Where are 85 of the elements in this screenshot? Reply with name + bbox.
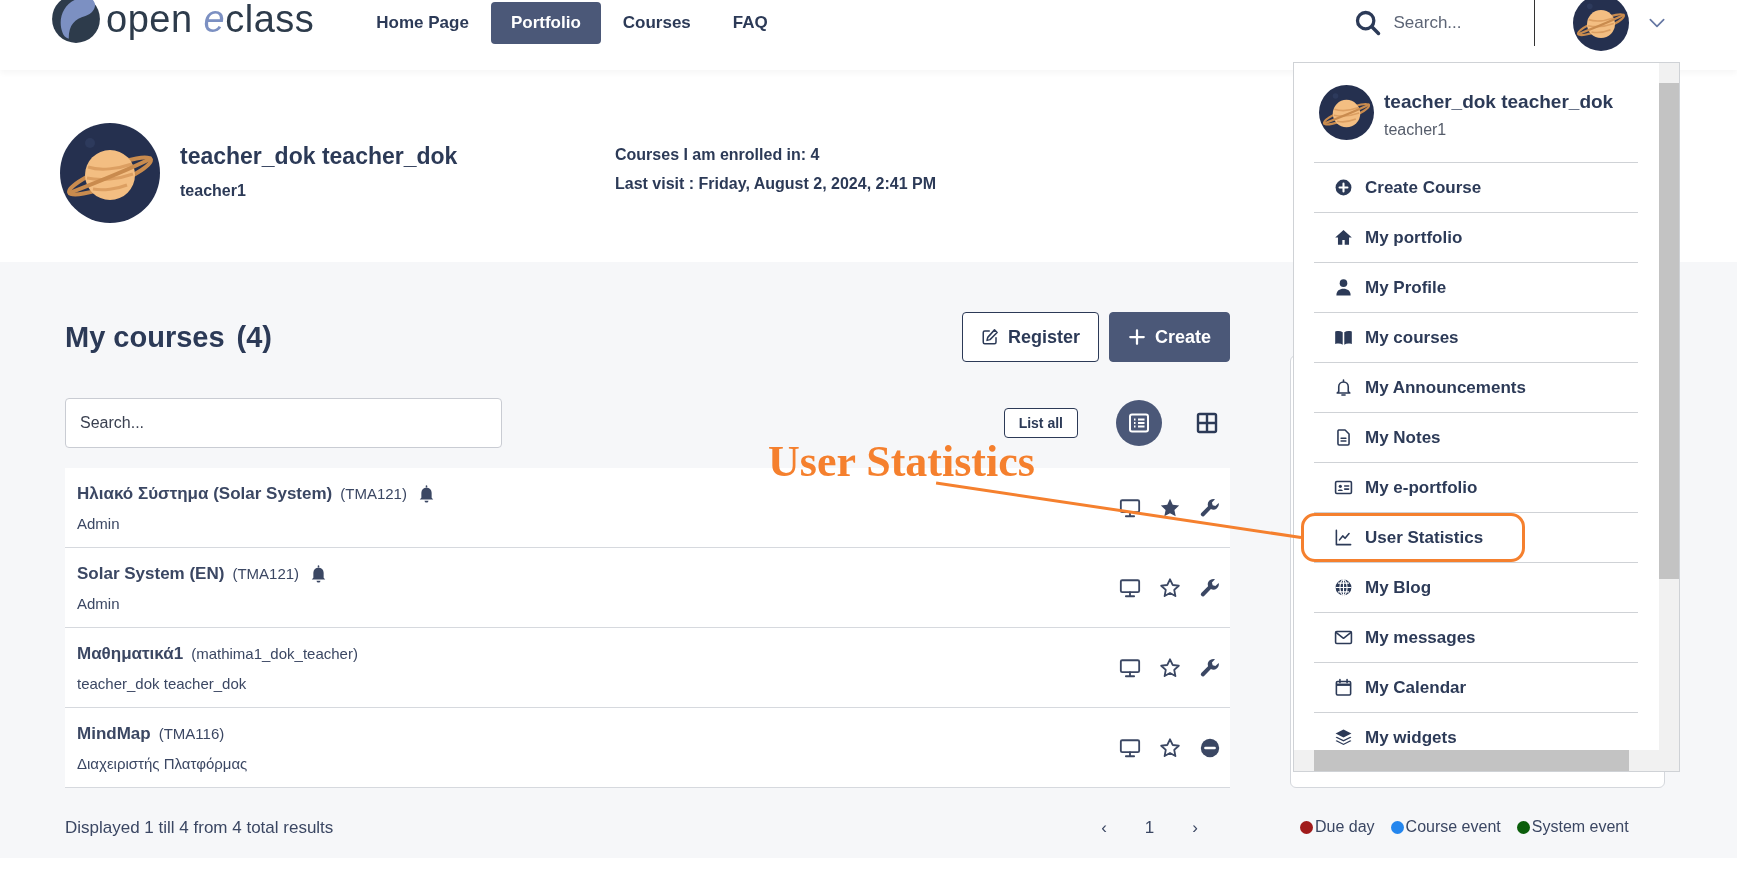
course-title-link[interactable]: MindMap: [77, 723, 151, 744]
star-outline-icon[interactable]: [1159, 576, 1181, 599]
course-title-link[interactable]: Ηλιακό Σύστημα (Solar System): [77, 483, 333, 504]
menu-item[interactable]: My portfolio: [1314, 213, 1638, 263]
search-field[interactable]: Search...: [1353, 9, 1534, 37]
search-field[interactable]: Search...: [65, 398, 502, 448]
username: teacher1: [1384, 120, 1448, 139]
menu-item[interactable]: My courses: [1314, 313, 1638, 363]
planet-avatar: [1319, 85, 1374, 140]
course-owner: Admin: [77, 594, 121, 612]
search-icon: [1353, 9, 1382, 37]
menu-item[interactable]: My e-portfolio: [1314, 463, 1638, 513]
id-card-icon: [1334, 478, 1353, 497]
wrench-icon[interactable]: [1199, 496, 1221, 519]
calendar-icon: [1334, 678, 1353, 697]
wrench-icon[interactable]: [1199, 656, 1221, 679]
pagination-link[interactable]: ‹: [1097, 816, 1111, 840]
course-code: (TMA121): [232, 565, 300, 582]
list-icon: [1127, 411, 1151, 435]
monitor-icon[interactable]: [1119, 656, 1141, 679]
course-owner: Διαχειριστής Πλατφόρμας: [77, 754, 249, 772]
globe-icon: [1334, 578, 1353, 597]
logo-icon[interactable]: [50, 0, 102, 45]
menu-item[interactable]: User Statistics: [1304, 517, 1522, 558]
pencil-square-icon: [980, 328, 999, 346]
menu-item[interactable]: My messages: [1314, 613, 1638, 663]
envelope-icon: [1334, 628, 1353, 647]
pagination-link[interactable]: 1: [1140, 816, 1159, 840]
horizontal-scrollbar[interactable]: [1294, 750, 1679, 771]
document-icon: [1334, 428, 1353, 447]
course-row[interactable]: MindMap (TMA116) Διαχειριστής Πλατφόρμας: [65, 708, 1230, 788]
list-view-toggle[interactable]: [1116, 400, 1162, 446]
star-outline-icon[interactable]: [1159, 656, 1181, 679]
course-row[interactable]: Solar System (EN) (TMA121) Admin: [65, 548, 1230, 628]
planet-avatar: [1573, 0, 1629, 51]
course-owner: teacher_dok teacher_dok: [77, 674, 248, 692]
course-title-link[interactable]: Μαθηματικά1: [77, 643, 184, 664]
monitor-icon[interactable]: [1119, 576, 1141, 599]
menu-item[interactable]: My Calendar: [1314, 663, 1638, 713]
enrolled-count: Courses I am enrolled in: 4: [615, 146, 821, 164]
pagination-link[interactable]: ›: [1188, 816, 1202, 840]
course-code: (TMA121): [340, 485, 407, 502]
register-button[interactable]: Register: [961, 312, 1099, 362]
plus-icon: [1127, 328, 1146, 346]
menu-item[interactable]: My Profile: [1314, 263, 1638, 313]
results-summary: Displayed 1 till 4 from 4 total results: [65, 818, 334, 838]
monitor-icon[interactable]: [1119, 496, 1141, 519]
vertical-scrollbar[interactable]: [1659, 63, 1679, 750]
logo-text[interactable]: open eclass: [106, 0, 315, 41]
house-icon: [1334, 228, 1353, 247]
course-row[interactable]: Μαθηματικά1 (mathima1_dok_teacher) teacher_dok teacher_dok: [65, 628, 1230, 708]
username: teacher1: [180, 181, 247, 200]
course-title-link[interactable]: Solar System (EN): [77, 563, 225, 584]
create-button[interactable]: Create: [1108, 312, 1230, 362]
nav-link[interactable]: FAQ: [712, 2, 788, 44]
course-count: (4): [236, 320, 273, 353]
nav-link[interactable]: Portfolio: [490, 2, 601, 44]
user-name: teacher_dok teacher_dok: [180, 142, 459, 170]
menu-item[interactable]: My Announcements: [1314, 363, 1638, 413]
last-visit: Last visit : Friday, August 2, 2024, 2:41 PM: [615, 175, 936, 193]
nav-link[interactable]: Home Page: [356, 2, 489, 44]
monitor-icon[interactable]: [1119, 736, 1141, 759]
person-icon: [1334, 278, 1353, 297]
bell-icon: [1334, 378, 1353, 397]
list-all-button[interactable]: List all: [1003, 408, 1078, 438]
legend-label: Due day: [1315, 818, 1375, 836]
nav-link[interactable]: Courses: [602, 2, 711, 44]
legend-label: Course event: [1405, 818, 1501, 836]
course-owner: Admin: [77, 514, 121, 532]
wrench-icon[interactable]: [1199, 576, 1221, 599]
minus-circle-icon[interactable]: [1199, 736, 1221, 759]
line-chart-icon: [1334, 528, 1353, 547]
plus-circle-icon: [1334, 178, 1353, 197]
menu-item[interactable]: My Blog: [1314, 563, 1638, 613]
user-name: teacher_dok teacher_dok: [1384, 90, 1614, 113]
star-outline-icon[interactable]: [1159, 736, 1181, 759]
course-code: (mathima1_dok_teacher): [191, 645, 358, 662]
legend-label: System event: [1531, 818, 1629, 836]
layers-icon: [1334, 728, 1353, 747]
menu-item[interactable]: Create Course: [1314, 163, 1638, 213]
menu-item[interactable]: My Notes: [1314, 413, 1638, 463]
course-code: (TMA116): [158, 725, 225, 742]
grid-icon: [1195, 411, 1219, 435]
section-title: My courses: [65, 320, 225, 353]
open-book-icon: [1334, 328, 1353, 347]
